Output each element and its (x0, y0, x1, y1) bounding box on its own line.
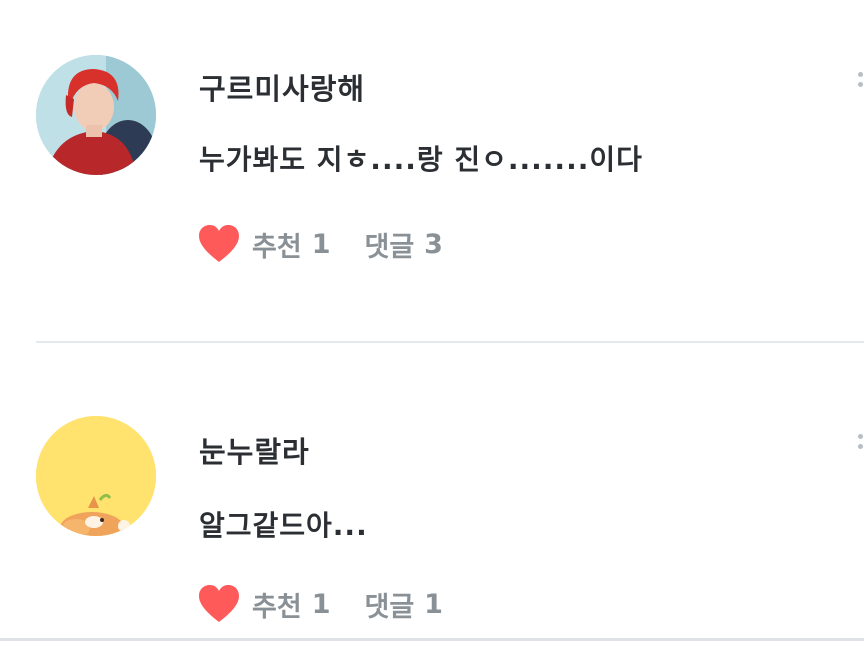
comment-actions: 추천 1 댓글 3 (198, 224, 443, 264)
person-photo-icon (36, 55, 156, 175)
like-label[interactable]: 추천 (252, 225, 302, 264)
more-options-icon[interactable] (858, 72, 864, 87)
comment-item: 눈누랄라 알그같드아... 추천 1 댓글 1 (0, 344, 864, 640)
cartoon-dog-icon (36, 416, 156, 536)
comment-author[interactable]: 눈누랄라 (199, 429, 310, 471)
comment-author[interactable]: 구르미사랑해 (199, 66, 365, 108)
avatar[interactable] (36, 55, 156, 175)
more-options-icon[interactable] (858, 434, 864, 449)
comment-text: 알그같드아... (199, 509, 368, 542)
like-count: 1 (311, 588, 331, 620)
reply-count[interactable]: 3 (424, 229, 443, 260)
heart-icon[interactable] (198, 224, 240, 264)
comment-actions: 추천 1 댓글 1 (198, 584, 443, 624)
reply-label[interactable]: 댓글 (364, 225, 414, 264)
divider (36, 341, 864, 343)
like-label[interactable]: 추천 (252, 585, 302, 624)
reply-label[interactable]: 댓글 (364, 585, 414, 624)
like-count: 1 (311, 228, 331, 260)
divider (0, 638, 864, 641)
heart-icon[interactable] (198, 584, 240, 624)
comment-item: 구르미사랑해 누가봐도 지ㅎ....랑 진ㅇ.......이다 추천 1 댓글 … (0, 0, 864, 342)
comment-text: 누가봐도 지ㅎ....랑 진ㅇ.......이다 (199, 143, 643, 176)
reply-count[interactable]: 1 (424, 589, 443, 620)
avatar[interactable] (36, 416, 156, 536)
